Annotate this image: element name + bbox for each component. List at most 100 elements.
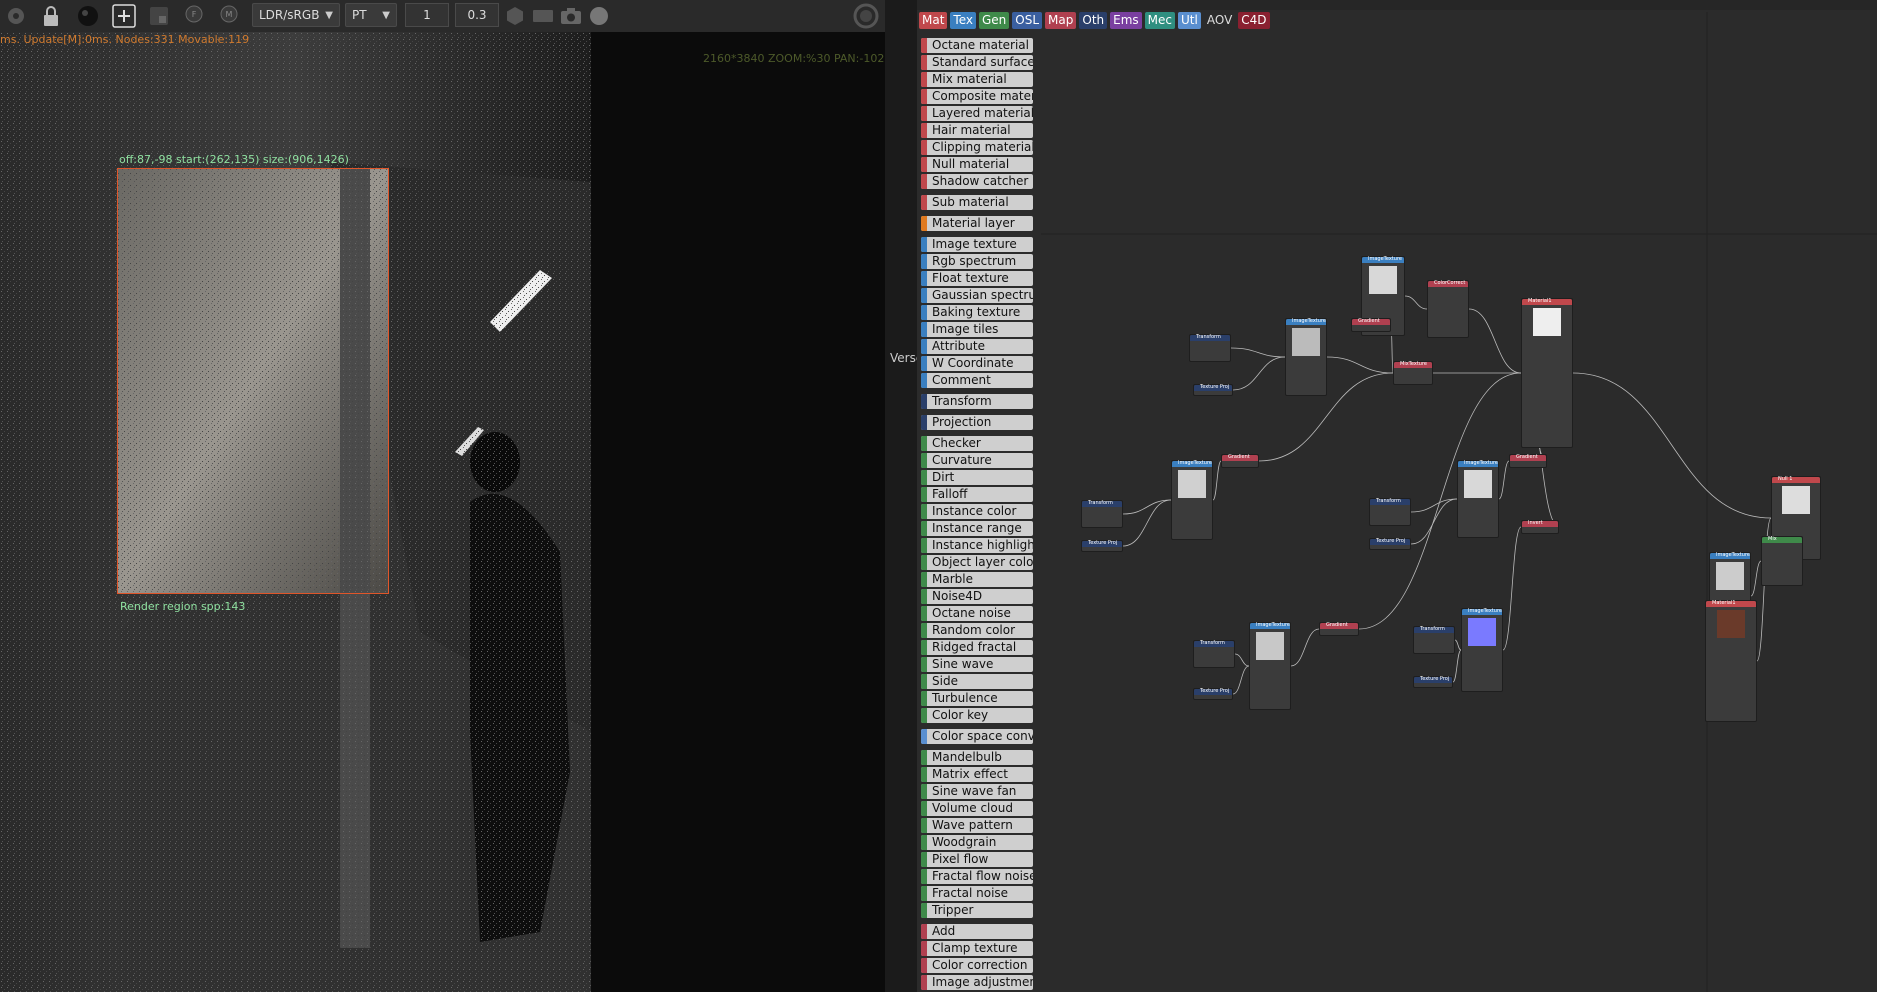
record-icon[interactable] <box>585 2 613 30</box>
node-list-item[interactable]: Checker <box>921 436 1033 451</box>
node-list-item[interactable]: Wave pattern <box>921 818 1033 833</box>
category-tab-osl[interactable]: OSL <box>1012 12 1043 29</box>
node-graph-canvas[interactable]: ImageTexture ColorCorrect Material1 Transfo… <box>1041 12 1877 992</box>
node-list-item[interactable]: Marble <box>921 572 1033 587</box>
node-list-item[interactable]: Gaussian spectrum <box>921 288 1033 303</box>
node-list-item[interactable]: Sine wave <box>921 657 1033 672</box>
node-list-item[interactable]: Comment <box>921 373 1033 388</box>
node-list-item[interactable]: Turbulence <box>921 691 1033 706</box>
display-mode-select[interactable]: LDR/sRGB ▼ <box>252 3 340 27</box>
graph-node[interactable]: Texture Proj <box>1193 384 1233 396</box>
film-icon[interactable] <box>529 2 557 30</box>
node-list-item[interactable]: Hair material <box>921 123 1033 138</box>
node-list-item[interactable]: Baking texture <box>921 305 1033 320</box>
node-list-item[interactable]: Matrix effect <box>921 767 1033 782</box>
graph-node[interactable]: ImageTexture <box>1457 460 1499 538</box>
node-list-item[interactable]: Tripper <box>921 903 1033 918</box>
node-list-item[interactable]: Color correction <box>921 958 1033 973</box>
node-list-item[interactable]: Object layer color <box>921 555 1033 570</box>
node-list-item[interactable]: Instance range <box>921 521 1033 536</box>
graph-node[interactable]: ImageTexture <box>1249 622 1291 710</box>
node-list-item[interactable]: Float texture <box>921 271 1033 286</box>
settings-gear-icon[interactable] <box>2 2 30 30</box>
category-tab-gen[interactable]: Gen <box>979 12 1010 29</box>
node-list-item[interactable]: Rgb spectrum <box>921 254 1033 269</box>
graph-node[interactable]: Texture Proj <box>1081 540 1123 552</box>
category-tab-tex[interactable]: Tex <box>950 12 976 29</box>
node-list-item[interactable]: Clipping material <box>921 140 1033 155</box>
node-list-item[interactable]: Layered material <box>921 106 1033 121</box>
graph-node[interactable]: Gradient <box>1221 454 1259 468</box>
node-list-item[interactable]: Transform <box>921 394 1033 409</box>
value-a-input[interactable]: 1 <box>405 3 449 27</box>
node-list-item[interactable]: Sine wave fan <box>921 784 1033 799</box>
node-list-item[interactable]: Material layer <box>921 216 1033 231</box>
node-list-item[interactable]: Mandelbulb <box>921 750 1033 765</box>
node-list-item[interactable]: Volume cloud <box>921 801 1033 816</box>
node-list-item[interactable]: Fractal flow noise <box>921 869 1033 884</box>
node-list-item[interactable]: Composite material <box>921 89 1033 104</box>
node-list-item[interactable]: Image adjustment <box>921 975 1033 990</box>
node-list-item[interactable]: Standard surface <box>921 55 1033 70</box>
node-list-item[interactable]: Instance highlight <box>921 538 1033 553</box>
panel-divider[interactable] <box>885 0 917 992</box>
graph-node[interactable]: ColorCorrect <box>1427 280 1469 338</box>
node-list-item[interactable]: Woodgrain <box>921 835 1033 850</box>
graph-node[interactable]: Material1 <box>1521 298 1573 448</box>
node-list-item[interactable]: Color space conversion <box>921 729 1033 744</box>
graph-node[interactable]: Gradient <box>1509 454 1547 468</box>
graph-node[interactable]: Texture Proj <box>1369 538 1411 550</box>
node-list-item[interactable]: Random color <box>921 623 1033 638</box>
node-list-item[interactable]: Fractal noise <box>921 886 1033 901</box>
graph-node[interactable]: Gradient <box>1319 622 1359 636</box>
node-list-item[interactable]: Curvature <box>921 453 1033 468</box>
node-list-item[interactable]: Projection <box>921 415 1033 430</box>
graph-node[interactable]: Transform <box>1369 498 1411 526</box>
node-list-item[interactable]: Ridged fractal <box>921 640 1033 655</box>
graph-node[interactable]: Gradient <box>1351 318 1391 332</box>
lock-icon[interactable] <box>37 2 65 30</box>
node-list-item[interactable]: Noise4D <box>921 589 1033 604</box>
material-pick-icon[interactable]: M <box>215 2 243 30</box>
focus-pick-icon[interactable]: F <box>180 2 208 30</box>
graph-node[interactable]: MixTexture <box>1393 361 1433 385</box>
graph-node[interactable]: Transform <box>1413 626 1455 654</box>
graph-node[interactable]: ImageTexture <box>1285 318 1327 396</box>
render-region-frame[interactable] <box>117 168 389 594</box>
node-list-item[interactable]: Attribute <box>921 339 1033 354</box>
node-list-item[interactable]: Instance color <box>921 504 1033 519</box>
node-list-item[interactable]: Shadow catcher material <box>921 174 1033 189</box>
graph-node[interactable]: Material1 <box>1705 600 1757 722</box>
graph-node[interactable]: Transform <box>1189 334 1231 362</box>
graph-node[interactable]: Transform <box>1081 500 1123 528</box>
graph-node[interactable]: Texture Proj <box>1413 676 1453 688</box>
hexagon-icon[interactable] <box>501 2 529 30</box>
region-render-icon[interactable] <box>110 2 138 30</box>
category-tab-mat[interactable]: Mat <box>919 12 948 29</box>
graph-node[interactable]: Mix <box>1761 536 1803 586</box>
camera-icon[interactable] <box>557 2 585 30</box>
kernel-select[interactable]: PT ▼ <box>345 3 397 27</box>
node-list-item[interactable]: Clamp texture <box>921 941 1033 956</box>
node-list-item[interactable]: Pixel flow <box>921 852 1033 867</box>
node-list-item[interactable]: Image tiles <box>921 322 1033 337</box>
render-status-icon[interactable] <box>852 2 880 30</box>
node-list-item[interactable]: Sub material <box>921 195 1033 210</box>
graph-node[interactable]: ImageTexture <box>1461 608 1503 692</box>
film-region-icon[interactable] <box>145 2 173 30</box>
node-list-item[interactable]: Mix material <box>921 72 1033 87</box>
value-b-input[interactable]: 0.3 <box>455 3 499 27</box>
node-list-item[interactable]: Dirt <box>921 470 1033 485</box>
node-list-item[interactable]: Octane material <box>921 38 1033 53</box>
node-list-item[interactable]: W Coordinate <box>921 356 1033 371</box>
node-list-item[interactable]: Color key <box>921 708 1033 723</box>
graph-node[interactable]: Invert <box>1521 520 1559 534</box>
node-list-item[interactable]: Octane noise <box>921 606 1033 621</box>
node-list-item[interactable]: Image texture <box>921 237 1033 252</box>
graph-node[interactable]: Texture Proj <box>1193 688 1233 700</box>
graph-node[interactable]: Transform <box>1193 640 1235 668</box>
sphere-preview-icon[interactable] <box>74 2 102 30</box>
node-list-item[interactable]: Side <box>921 674 1033 689</box>
node-list-item[interactable]: Falloff <box>921 487 1033 502</box>
graph-node[interactable]: ImageTexture <box>1171 460 1213 540</box>
